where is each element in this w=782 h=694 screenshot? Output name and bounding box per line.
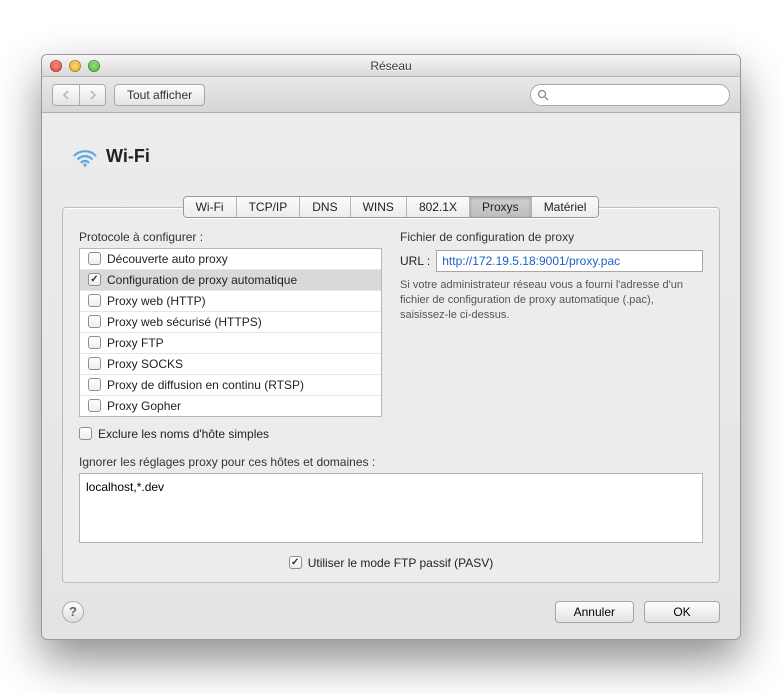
- tab-dns[interactable]: DNS: [299, 197, 349, 217]
- tab-proxys[interactable]: Proxys: [469, 197, 531, 217]
- tab-802-1x[interactable]: 802.1X: [406, 197, 469, 217]
- nav-back-forward: [52, 84, 106, 106]
- interface-name: Wi-Fi: [106, 146, 150, 167]
- help-button[interactable]: ?: [62, 601, 84, 623]
- exclude-simple-label: Exclure les noms d'hôte simples: [98, 427, 269, 441]
- checkbox-icon: [88, 273, 101, 286]
- nav-forward-button[interactable]: [79, 85, 105, 105]
- pac-section-title: Fichier de configuration de proxy: [400, 230, 703, 244]
- checkbox-icon: [79, 427, 92, 440]
- checkbox-icon: [88, 336, 101, 349]
- checkbox-icon: [88, 378, 101, 391]
- tab-tcp-ip[interactable]: TCP/IP: [236, 197, 300, 217]
- checkbox-icon: [88, 294, 101, 307]
- tab-wins[interactable]: WINS: [350, 197, 406, 217]
- search-icon: [537, 89, 549, 101]
- protocol-row[interactable]: Découverte auto proxy: [80, 249, 381, 270]
- protocol-label: Proxy web (HTTP): [107, 294, 206, 308]
- wifi-icon: [72, 147, 98, 167]
- chevron-right-icon: [89, 90, 97, 100]
- tab-bar: Wi-FiTCP/IPDNSWINS802.1XProxysMatériel: [62, 196, 720, 218]
- checkbox-icon: [88, 357, 101, 370]
- protocol-row[interactable]: Proxy web (HTTP): [80, 291, 381, 312]
- cancel-button[interactable]: Annuler: [555, 601, 634, 623]
- search-input[interactable]: [553, 87, 723, 103]
- checkbox-icon: [88, 399, 101, 412]
- protocol-list[interactable]: Découverte auto proxy Configuration de pr…: [79, 248, 382, 417]
- interface-header: Wi-Fi: [62, 127, 720, 192]
- show-all-button[interactable]: Tout afficher: [114, 84, 205, 106]
- protocol-label: Proxy FTP: [107, 336, 164, 350]
- ftp-passive-option[interactable]: Utiliser le mode FTP passif (PASV): [79, 556, 703, 570]
- preferences-window: Réseau Tout afficher: [41, 54, 741, 640]
- content-area: Wi-Fi Wi-FiTCP/IPDNSWINS802.1XProxysMaté…: [42, 113, 740, 639]
- protocol-label: Configuration de proxy automatique: [107, 273, 297, 287]
- search-field[interactable]: [530, 84, 730, 106]
- protocol-label: Proxy SOCKS: [107, 357, 183, 371]
- nav-back-button[interactable]: [53, 85, 79, 105]
- window-title: Réseau: [42, 59, 740, 73]
- proxy-panel: Protocole à configurer : Découverte auto…: [62, 207, 720, 583]
- footer: ? Annuler OK: [62, 601, 720, 623]
- checkbox-icon: [289, 556, 302, 569]
- protocol-row[interactable]: Proxy Gopher: [80, 396, 381, 416]
- protocol-row[interactable]: Proxy de diffusion en continu (RTSP): [80, 375, 381, 396]
- checkbox-icon: [88, 315, 101, 328]
- protocol-row[interactable]: Configuration de proxy automatique: [80, 270, 381, 291]
- ftp-passive-label: Utiliser le mode FTP passif (PASV): [308, 556, 494, 570]
- pac-hint-text: Si votre administrateur réseau vous a fo…: [400, 278, 703, 323]
- tab-mat-riel[interactable]: Matériel: [531, 197, 599, 217]
- ok-button[interactable]: OK: [644, 601, 720, 623]
- protocol-row[interactable]: Proxy FTP: [80, 333, 381, 354]
- protocol-row[interactable]: Proxy SOCKS: [80, 354, 381, 375]
- url-label: URL :: [400, 254, 430, 268]
- protocol-label: Proxy web sécurisé (HTTPS): [107, 315, 262, 329]
- chevron-left-icon: [62, 90, 70, 100]
- protocol-label: Proxy de diffusion en continu (RTSP): [107, 378, 304, 392]
- protocol-label: Protocole à configurer :: [79, 230, 382, 244]
- exclude-simple-hostnames[interactable]: Exclure les noms d'hôte simples: [79, 427, 382, 441]
- titlebar: Réseau: [42, 55, 740, 77]
- protocol-label: Proxy Gopher: [107, 399, 181, 413]
- toolbar: Tout afficher: [42, 77, 740, 113]
- checkbox-icon: [88, 252, 101, 265]
- tab-wi-fi[interactable]: Wi-Fi: [184, 197, 236, 217]
- protocol-row[interactable]: Proxy web sécurisé (HTTPS): [80, 312, 381, 333]
- pac-url-input[interactable]: [436, 250, 703, 272]
- protocol-label: Découverte auto proxy: [107, 252, 228, 266]
- bypass-label: Ignorer les réglages proxy pour ces hôte…: [79, 455, 703, 469]
- bypass-hosts-input[interactable]: [79, 473, 703, 543]
